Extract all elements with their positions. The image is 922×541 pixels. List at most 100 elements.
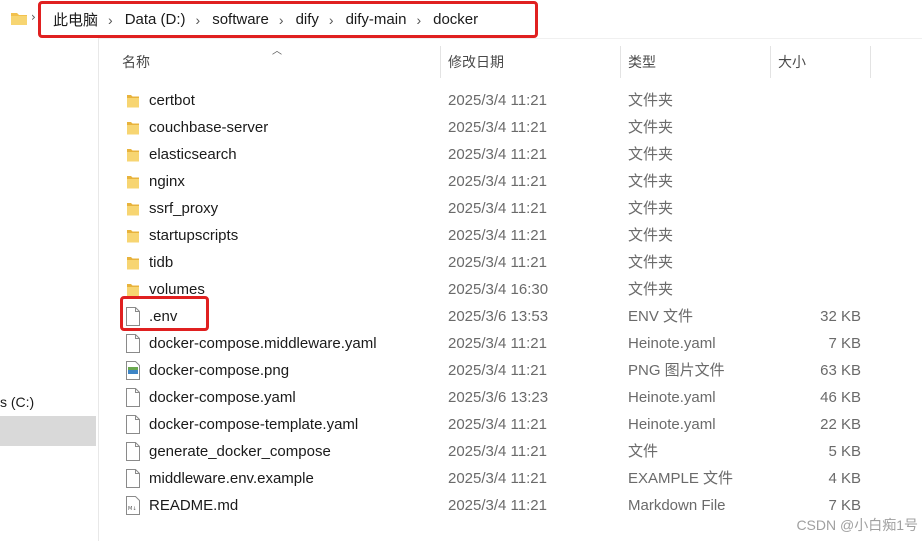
- file-row[interactable]: ssrf_proxy 2025/3/4 11:21 文件夹: [100, 195, 922, 222]
- file-name: ssrf_proxy: [149, 200, 219, 217]
- file-type: Heinote.yaml: [628, 416, 716, 433]
- file-type: 文件夹: [628, 227, 674, 244]
- markdown-file-icon: M↓: [126, 496, 140, 515]
- env-file-highlight-box: [120, 296, 209, 331]
- file-row[interactable]: certbot 2025/3/4 11:21 文件夹: [100, 87, 922, 114]
- chevron-right-icon: ›: [31, 10, 36, 24]
- file-row[interactable]: docker-compose.middleware.yaml 2025/3/4 1…: [100, 330, 922, 357]
- file-icon: [126, 334, 140, 353]
- file-name: couchbase-server: [149, 119, 269, 136]
- breadcrumb-item[interactable]: Data (D:): [125, 11, 186, 28]
- chevron-right-icon[interactable]: ›: [108, 12, 113, 28]
- navigation-pane[interactable]: s (C:): [0, 38, 99, 541]
- file-name: README.md: [149, 497, 239, 514]
- folder-icon: [126, 253, 140, 272]
- column-modified[interactable]: 修改日期: [440, 46, 620, 78]
- file-type: Markdown File: [628, 497, 726, 514]
- file-modified: 2025/3/4 11:21: [448, 119, 547, 136]
- file-list: certbot 2025/3/4 11:21 文件夹 couchbase-server…: [100, 87, 922, 519]
- sidebar-item-drive-c[interactable]: s (C:): [0, 394, 34, 410]
- file-row[interactable]: volumes 2025/3/4 16:30 文件夹: [100, 276, 922, 303]
- file-modified: 2025/3/4 11:21: [448, 254, 547, 271]
- file-modified: 2025/3/4 11:21: [448, 335, 547, 352]
- file-row[interactable]: middleware.env.example 2025/3/4 11:21 EXAM…: [100, 465, 922, 492]
- file-name: startupscripts: [149, 227, 239, 244]
- column-size[interactable]: 大小: [770, 46, 870, 78]
- file-modified: 2025/3/4 11:21: [448, 200, 547, 217]
- chevron-right-icon[interactable]: ›: [329, 12, 334, 28]
- file-size: 5 KB: [828, 443, 861, 460]
- file-name: tidb: [149, 254, 174, 271]
- file-row[interactable]: generate_docker_compose 2025/3/4 11:21 文件 5…: [100, 438, 922, 465]
- column-header: 名称 修改日期 类型 大小: [100, 46, 922, 78]
- file-modified: 2025/3/4 11:21: [448, 470, 547, 487]
- chevron-right-icon[interactable]: ›: [196, 12, 201, 28]
- file-icon: [126, 388, 140, 407]
- watermark: CSDN @小白痴1号: [796, 517, 918, 533]
- file-row[interactable]: couchbase-server 2025/3/4 11:21 文件夹: [100, 114, 922, 141]
- file-name: middleware.env.example: [149, 470, 314, 487]
- file-name: elasticsearch: [149, 146, 237, 163]
- breadcrumb-item[interactable]: dify: [296, 11, 319, 28]
- file-modified: 2025/3/6 13:53: [448, 308, 549, 325]
- file-size: 63 KB: [820, 362, 861, 379]
- svg-text:M↓: M↓: [128, 506, 137, 512]
- file-modified: 2025/3/4 11:21: [448, 443, 547, 460]
- file-icon: [126, 415, 140, 434]
- file-type: PNG 图片文件: [628, 362, 725, 379]
- folder-icon: [126, 145, 140, 164]
- file-size: 7 KB: [828, 335, 861, 352]
- column-name[interactable]: 名称: [114, 46, 440, 78]
- folder-icon: [126, 118, 140, 137]
- file-row[interactable]: docker-compose.yaml 2025/3/6 13:23 Heinote…: [100, 384, 922, 411]
- file-type: Heinote.yaml: [628, 389, 716, 406]
- file-modified: 2025/3/4 16:30: [448, 281, 549, 298]
- file-modified: 2025/3/4 11:21: [448, 362, 547, 379]
- file-type: 文件夹: [628, 254, 674, 271]
- file-size: 22 KB: [820, 416, 861, 433]
- file-type: EXAMPLE 文件: [628, 470, 734, 487]
- file-row[interactable]: docker-compose.png 2025/3/4 11:21 PNG 图片文件…: [100, 357, 922, 384]
- file-name: docker-compose.png: [149, 362, 290, 379]
- file-modified: 2025/3/4 11:21: [448, 497, 547, 514]
- chevron-right-icon[interactable]: ›: [279, 12, 284, 28]
- file-type: 文件夹: [628, 200, 674, 217]
- file-modified: 2025/3/4 11:21: [448, 92, 547, 109]
- chevron-right-icon[interactable]: ›: [416, 12, 421, 28]
- file-size: 32 KB: [820, 308, 861, 325]
- file-row[interactable]: docker-compose-template.yaml 2025/3/4 11:…: [100, 411, 922, 438]
- file-row[interactable]: .env 2025/3/6 13:53 ENV 文件 32 KB: [100, 303, 922, 330]
- file-name: certbot: [149, 92, 195, 109]
- breadcrumb-item[interactable]: dify-main: [346, 11, 407, 28]
- file-icon: [126, 442, 140, 461]
- file-row[interactable]: elasticsearch 2025/3/4 11:21 文件夹: [100, 141, 922, 168]
- breadcrumb[interactable]: 此电脑 › Data (D:) › software › dify › dify-main › do…: [38, 1, 538, 38]
- file-type: 文件夹: [628, 146, 674, 163]
- file-name: docker-compose.yaml: [149, 389, 296, 406]
- file-icon: [126, 469, 140, 488]
- breadcrumb-item[interactable]: docker: [433, 11, 478, 28]
- file-size: 4 KB: [828, 470, 861, 487]
- breadcrumb-item[interactable]: software: [212, 11, 269, 28]
- file-name: nginx: [149, 173, 185, 190]
- column-divider[interactable]: [870, 46, 871, 78]
- column-type[interactable]: 类型: [620, 46, 770, 78]
- file-type: 文件夹: [628, 281, 674, 298]
- file-type: Heinote.yaml: [628, 335, 716, 352]
- file-row[interactable]: startupscripts 2025/3/4 11:21 文件夹: [100, 222, 922, 249]
- file-size: 46 KB: [820, 389, 861, 406]
- file-row[interactable]: tidb 2025/3/4 11:21 文件夹: [100, 249, 922, 276]
- folder-icon: [11, 13, 27, 25]
- file-type: 文件夹: [628, 119, 674, 136]
- folder-icon: [126, 172, 140, 191]
- file-modified: 2025/3/4 11:21: [448, 227, 547, 244]
- file-name: docker-compose.middleware.yaml: [149, 335, 377, 352]
- address-bar[interactable]: › 此电脑 › Data (D:) › software › dify › dify-main ›…: [0, 0, 922, 39]
- folder-icon: [126, 91, 140, 110]
- file-row[interactable]: nginx 2025/3/4 11:21 文件夹: [100, 168, 922, 195]
- sidebar-selected-item[interactable]: [0, 416, 96, 446]
- file-modified: 2025/3/4 11:21: [448, 173, 547, 190]
- file-name: generate_docker_compose: [149, 443, 331, 460]
- image-file-icon: [126, 361, 140, 380]
- breadcrumb-item[interactable]: 此电脑: [53, 9, 98, 30]
